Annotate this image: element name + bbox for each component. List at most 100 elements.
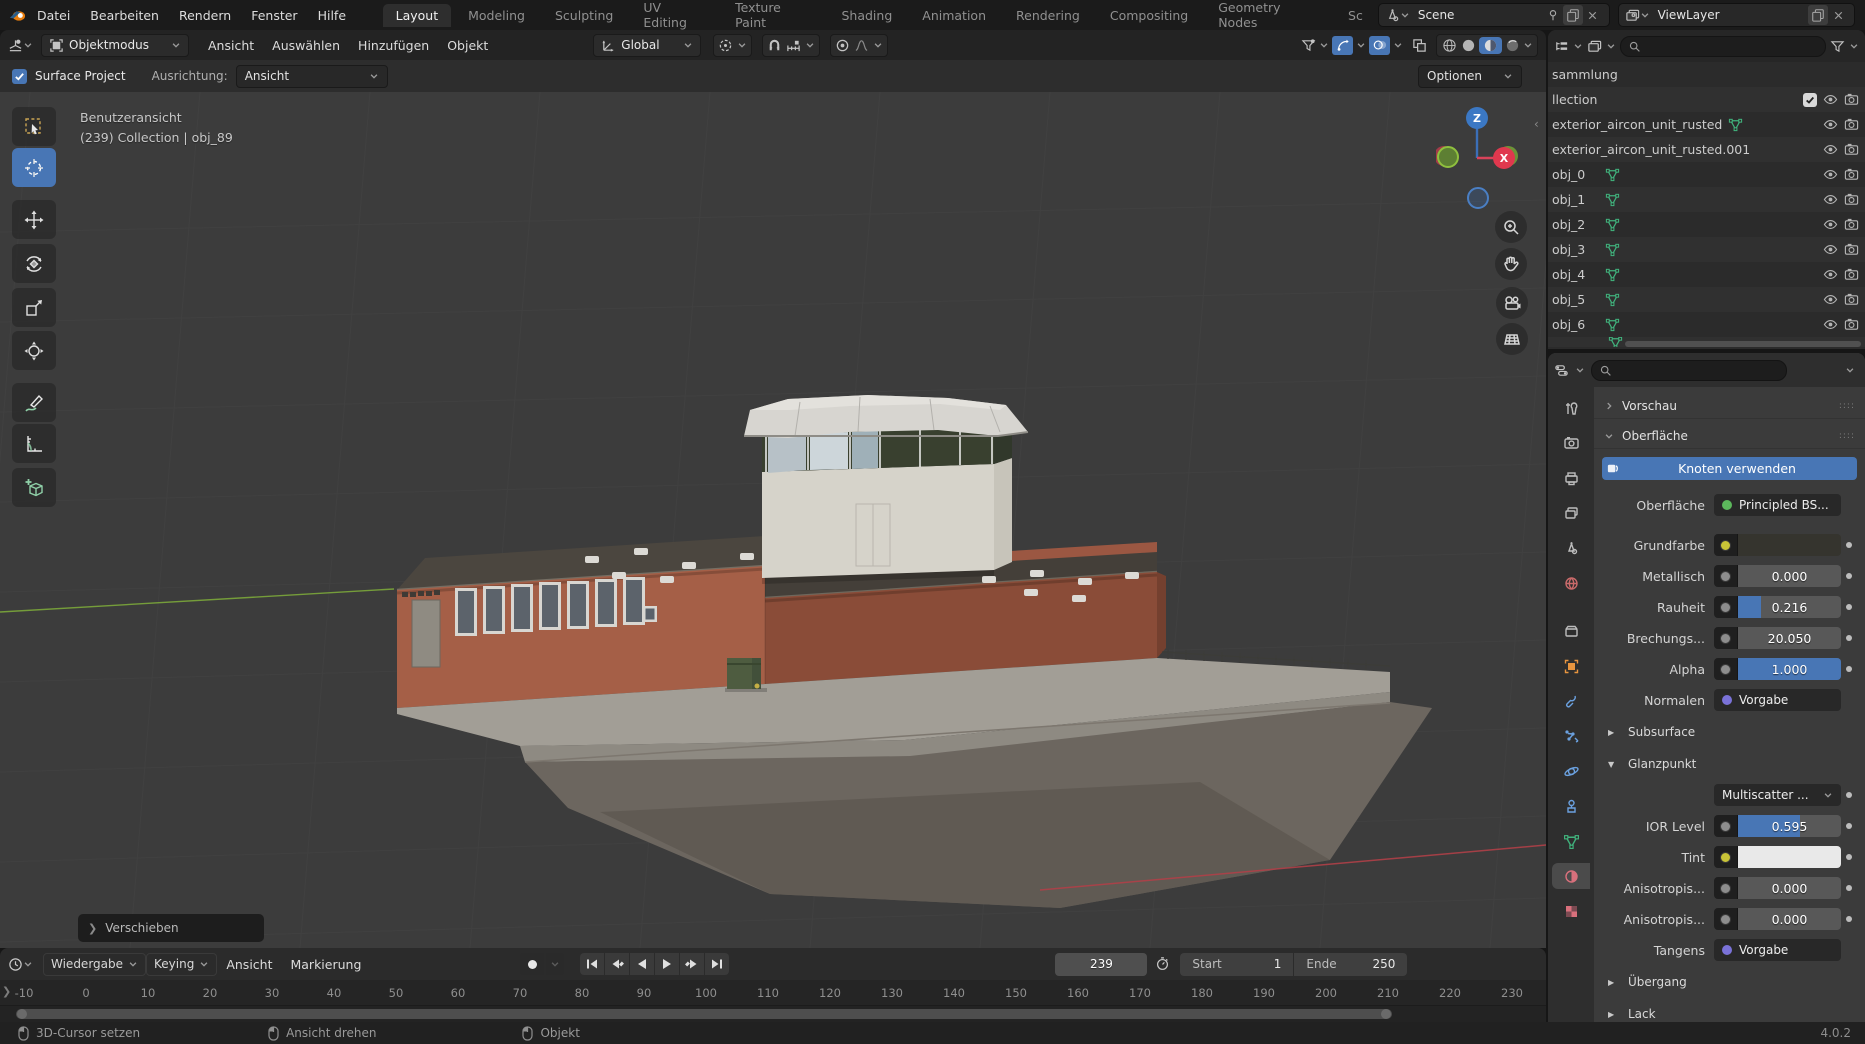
- menu-hilfe[interactable]: Hilfe: [308, 8, 356, 23]
- next-keyframe-button[interactable]: [680, 953, 704, 975]
- outliner-row-object[interactable]: obj_2: [1548, 212, 1865, 237]
- outliner-row-object[interactable]: exterior_aircon_unit_rusted: [1548, 112, 1865, 137]
- tab-sculpting[interactable]: Sculpting: [542, 4, 626, 27]
- pin-icon[interactable]: [1543, 5, 1563, 25]
- tab-material-properties[interactable]: [1552, 863, 1590, 889]
- eye-icon[interactable]: [1823, 167, 1838, 182]
- tool-move[interactable]: [12, 200, 56, 239]
- menu-bearbeiten[interactable]: Bearbeiten: [80, 8, 169, 23]
- tab-physics-properties[interactable]: [1552, 758, 1590, 784]
- menu-wiedergabe[interactable]: Wiedergabe: [43, 953, 146, 976]
- end-frame-field[interactable]: Ende 250: [1294, 953, 1407, 976]
- keyframe-dot[interactable]: [1841, 916, 1857, 922]
- filter-funnel-icon[interactable]: [1830, 39, 1845, 54]
- properties-search[interactable]: [1591, 360, 1787, 381]
- outliner-search-input[interactable]: [1646, 39, 1818, 53]
- ior-slider[interactable]: 20.050: [1738, 627, 1841, 649]
- menu-auswaehlen[interactable]: Auswählen: [263, 38, 349, 53]
- chevron-down-icon[interactable]: [1319, 40, 1329, 50]
- tab-texture-paint[interactable]: Texture Paint: [722, 0, 824, 34]
- tab-compositing[interactable]: Compositing: [1097, 4, 1201, 27]
- camera-render-icon[interactable]: [1844, 267, 1859, 282]
- mode-selector[interactable]: Objektmodus: [41, 34, 189, 57]
- outliner-row-scene-collection[interactable]: sammlung: [1548, 62, 1865, 87]
- ior-level-slider[interactable]: 0.595: [1738, 815, 1841, 837]
- play-reverse-button[interactable]: [630, 953, 654, 975]
- tab-scene-properties[interactable]: [1552, 535, 1590, 561]
- show-overlays-toggle[interactable]: [1369, 36, 1390, 55]
- tool-scale[interactable]: [12, 288, 56, 327]
- camera-render-icon[interactable]: [1844, 117, 1859, 132]
- panel-grip[interactable]: ::::: [1839, 401, 1855, 411]
- subpanel-subsurface[interactable]: ▶Subsurface: [1594, 719, 1865, 745]
- input-socket-button[interactable]: [1714, 815, 1738, 837]
- chevron-down-icon[interactable]: [23, 40, 33, 50]
- camera-render-icon[interactable]: [1844, 317, 1859, 332]
- tint-color-field[interactable]: [1738, 846, 1841, 868]
- tool-cursor[interactable]: [12, 148, 56, 187]
- tab-constraint-properties[interactable]: [1552, 793, 1590, 819]
- camera-view-button[interactable]: [1496, 287, 1528, 319]
- chevron-down-icon[interactable]: [23, 959, 33, 969]
- panel-grip[interactable]: ::::: [1839, 431, 1855, 441]
- xray-toggle[interactable]: [1412, 38, 1427, 53]
- viewlayer-selector[interactable]: ViewLayer: [1618, 3, 1855, 27]
- eye-icon[interactable]: [1823, 217, 1838, 232]
- camera-render-icon[interactable]: [1844, 292, 1859, 307]
- menu-fenster[interactable]: Fenster: [241, 8, 307, 23]
- navigation-gizmo[interactable]: X Z: [1436, 106, 1536, 212]
- snapping-controls[interactable]: [762, 34, 820, 57]
- outliner-search[interactable]: [1620, 36, 1826, 57]
- new-scene-copy-icon[interactable]: [1563, 5, 1583, 25]
- menu-keying[interactable]: Keying: [146, 953, 217, 976]
- chevron-down-icon[interactable]: [1606, 41, 1616, 51]
- viewport-3d[interactable]: Benutzeransicht (239) Collection | obj_8…: [0, 92, 1546, 948]
- editor-type-icon[interactable]: [8, 38, 23, 53]
- base-color-field[interactable]: [1738, 534, 1841, 556]
- tab-texture-properties[interactable]: [1552, 898, 1590, 924]
- eye-icon[interactable]: [1823, 92, 1838, 107]
- eye-icon[interactable]: [1823, 242, 1838, 257]
- camera-render-icon[interactable]: [1844, 142, 1859, 157]
- anisotropic-slider[interactable]: 0.000: [1738, 877, 1841, 899]
- eye-icon[interactable]: [1823, 317, 1838, 332]
- outliner-row-object[interactable]: obj_6: [1548, 312, 1865, 337]
- tool-transform[interactable]: [12, 331, 56, 370]
- editor-type-icon[interactable]: [1554, 363, 1569, 378]
- input-socket-button[interactable]: [1714, 534, 1738, 556]
- editor-type-icon[interactable]: [8, 957, 23, 972]
- menu-ansicht[interactable]: Ansicht: [199, 38, 263, 53]
- subpanel-uebergang[interactable]: ▶Übergang: [1594, 969, 1865, 995]
- eye-icon[interactable]: [1823, 292, 1838, 307]
- tab-tool-properties[interactable]: [1552, 395, 1590, 421]
- input-socket-button[interactable]: [1714, 565, 1738, 587]
- region-collapse-arrow[interactable]: ‹: [1534, 117, 1539, 131]
- tab-modifier-properties[interactable]: [1552, 688, 1590, 714]
- subpanel-lack[interactable]: ▶Lack: [1594, 1001, 1865, 1022]
- chevron-down-icon[interactable]: [1573, 41, 1583, 51]
- tab-geometry-nodes[interactable]: Geometry Nodes: [1205, 0, 1331, 34]
- tab-layout[interactable]: Layout: [383, 4, 452, 27]
- chevron-down-icon[interactable]: [1523, 40, 1533, 50]
- shading-wireframe-toggle[interactable]: [1441, 37, 1458, 54]
- properties-search-input[interactable]: [1617, 363, 1779, 377]
- play-button[interactable]: [655, 953, 679, 975]
- multiscatter-select[interactable]: Multiscatter ...: [1714, 784, 1841, 806]
- tab-collection-properties[interactable]: [1552, 618, 1590, 644]
- outliner-row-object[interactable]: obj_1: [1548, 187, 1865, 212]
- timeline-ruler[interactable]: ❯ -10 0 10 20 30 40 50 60 70 80 90 100 1…: [0, 980, 1546, 1006]
- keyframe-dot[interactable]: [1841, 792, 1857, 798]
- tool-annotate[interactable]: [12, 383, 56, 422]
- keyframe-dot[interactable]: [1841, 604, 1857, 610]
- tab-animation[interactable]: Animation: [909, 4, 999, 27]
- viewlayer-name[interactable]: ViewLayer: [1650, 8, 1808, 22]
- menu-hinzufuegen[interactable]: Hinzufügen: [349, 38, 438, 53]
- shading-material-preview-toggle[interactable]: [1479, 37, 1502, 54]
- object-visibility-icon[interactable]: [1301, 38, 1316, 53]
- exclude-checkbox[interactable]: [1803, 93, 1817, 107]
- outliner-row-collection[interactable]: llection: [1548, 87, 1865, 112]
- scene-selector[interactable]: Scene: [1378, 3, 1610, 27]
- chevron-down-icon[interactable]: [1356, 40, 1366, 50]
- camera-render-icon[interactable]: [1844, 217, 1859, 232]
- tab-modeling[interactable]: Modeling: [455, 4, 538, 27]
